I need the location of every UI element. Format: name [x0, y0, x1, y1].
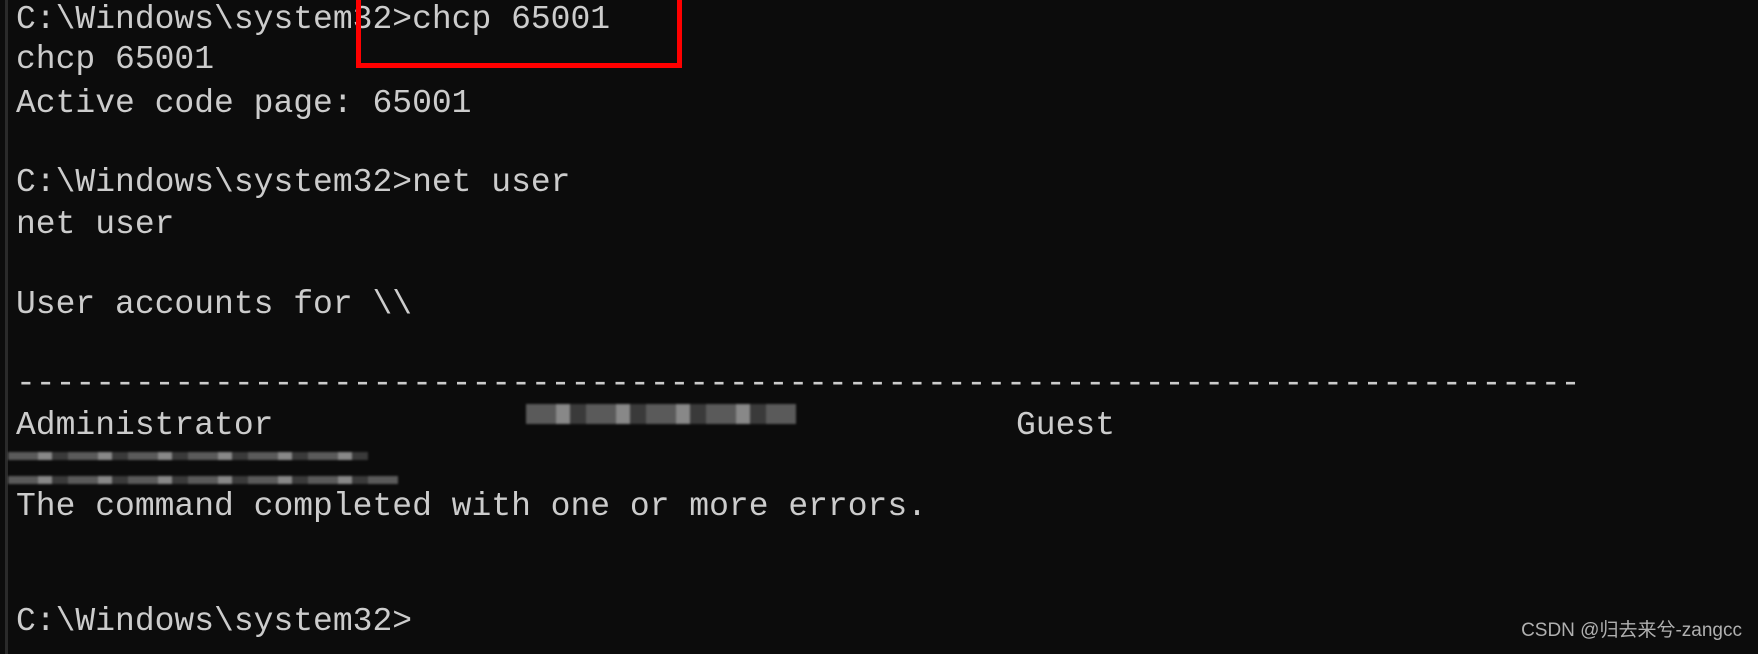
command-result: The command completed with one or more e… — [16, 488, 927, 525]
echo-chcp: chcp 65001 — [16, 41, 215, 78]
active-code-page: Active code page: 65001 — [16, 85, 472, 122]
window-left-edge — [5, 0, 8, 654]
watermark: CSDN @归去来兮-zangcc — [1521, 620, 1742, 641]
account-administrator: Administrator — [16, 407, 274, 444]
redacted-account — [526, 404, 796, 424]
separator-line: ----------------------------------------… — [16, 365, 1581, 402]
highlight-box — [356, 0, 682, 68]
redacted-account-2 — [8, 452, 368, 460]
terminal-output[interactable]: C:\Windows\system32>chcp 65001 chcp 6500… — [8, 0, 1758, 654]
echo-net-user: net user — [16, 206, 175, 243]
prompt-net-user: C:\Windows\system32>net user — [16, 164, 571, 201]
user-accounts-header: User accounts for \\ — [16, 286, 413, 323]
prompt-current: C:\Windows\system32> — [16, 603, 413, 640]
redacted-account-3 — [8, 476, 398, 484]
account-guest: Guest — [1016, 407, 1116, 444]
